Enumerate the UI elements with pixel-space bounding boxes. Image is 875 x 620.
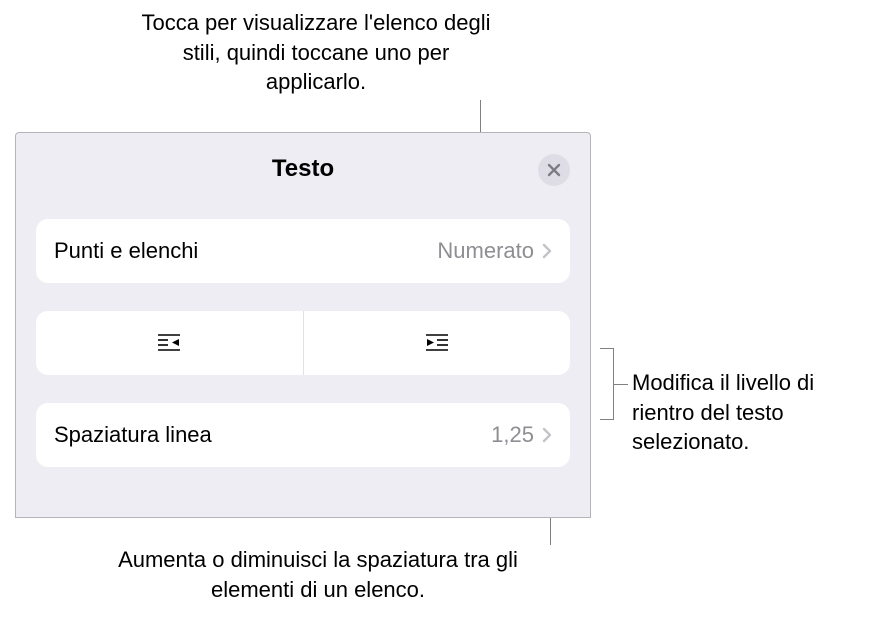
indent-button[interactable] bbox=[304, 311, 571, 375]
chevron-right-icon bbox=[542, 427, 552, 443]
callout-styles-list: Tocca per visualizzare l'elenco degli st… bbox=[136, 8, 496, 97]
callout-line-spacing: Aumenta o diminuisci la spaziatura tra g… bbox=[83, 545, 553, 604]
bullets-lists-label: Punti e elenchi bbox=[54, 238, 437, 264]
line-spacing-label: Spaziatura linea bbox=[54, 422, 491, 448]
indent-controls-row bbox=[36, 311, 570, 375]
bullets-lists-value: Numerato bbox=[437, 238, 534, 264]
text-format-panel: Testo Punti e elenchi Numerato bbox=[15, 132, 591, 518]
outdent-button[interactable] bbox=[36, 311, 304, 375]
bullets-lists-row[interactable]: Punti e elenchi Numerato bbox=[36, 219, 570, 283]
panel-rows: Punti e elenchi Numerato bbox=[16, 219, 590, 467]
callout-indent-level: Modifica il livello di rientro del testo… bbox=[632, 368, 862, 457]
line-spacing-row[interactable]: Spaziatura linea 1,25 bbox=[36, 403, 570, 467]
close-icon bbox=[547, 163, 561, 177]
line-spacing-value: 1,25 bbox=[491, 422, 534, 448]
outdent-icon bbox=[157, 333, 181, 353]
close-button[interactable] bbox=[538, 154, 570, 186]
leader-bracket-stem bbox=[614, 384, 628, 385]
panel-header: Testo bbox=[16, 133, 590, 205]
indent-icon bbox=[425, 333, 449, 353]
panel-title: Testo bbox=[272, 155, 334, 183]
leader-bracket-right bbox=[600, 348, 614, 420]
chevron-right-icon bbox=[542, 243, 552, 259]
